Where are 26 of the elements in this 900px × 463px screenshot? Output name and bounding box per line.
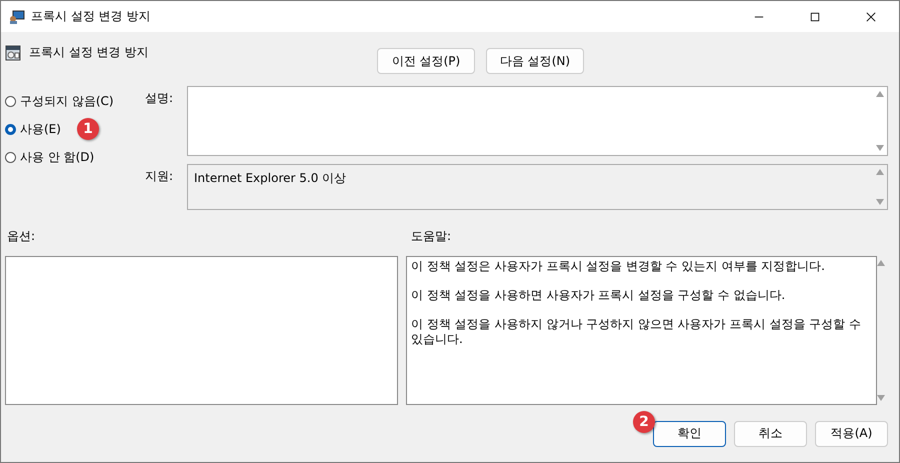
help-paragraph: 이 정책 설정을 사용하면 사용자가 프록시 설정을 구성할 수 없습니다. [411,288,786,303]
radio-button[interactable] [5,124,16,134]
dialog-button[interactable]: 취소 [734,420,807,446]
dialog-button[interactable]: 확인 [653,420,726,446]
radio-option[interactable]: 구성되지 않음(C) [5,92,114,110]
supported-label: 지원: [145,168,174,185]
supported-text: Internet Explorer 5.0 이상 [193,170,348,187]
options-label: 옵션: [6,228,36,244]
nav-button[interactable]: 이전 설정(P) [377,48,475,74]
help-paragraph: 이 정책 설정을 사용하지 않거나 구성하지 않으면 사용자가 프록시 설정을 구성할 수 있습니다. [411,317,862,347]
computer-icon [9,8,25,24]
annotation-marker: 2 [633,410,655,432]
comment-field[interactable] [187,86,888,156]
comment-label: 설명: [145,90,174,107]
policy-icon [5,44,21,60]
dialog-button[interactable]: 적용(A) [815,420,888,446]
radio-button[interactable] [5,96,16,106]
help-label: 도움말: [411,228,452,244]
radio-button[interactable] [5,152,16,162]
radio-option[interactable]: 사용(E) [5,120,61,138]
policy-title: 프록시 설정 변경 방지 [29,44,148,61]
annotation-marker: 1 [77,118,99,140]
window-title: 프록시 설정 변경 방지 [31,8,150,25]
radio-option[interactable]: 사용 안 함(D) [5,148,94,166]
help-paragraph: 이 정책 설정은 사용자가 프록시 설정을 변경할 수 있는지 여부를 지정합니다. [411,259,826,274]
nav-button[interactable]: 다음 설정(N) [486,48,584,74]
